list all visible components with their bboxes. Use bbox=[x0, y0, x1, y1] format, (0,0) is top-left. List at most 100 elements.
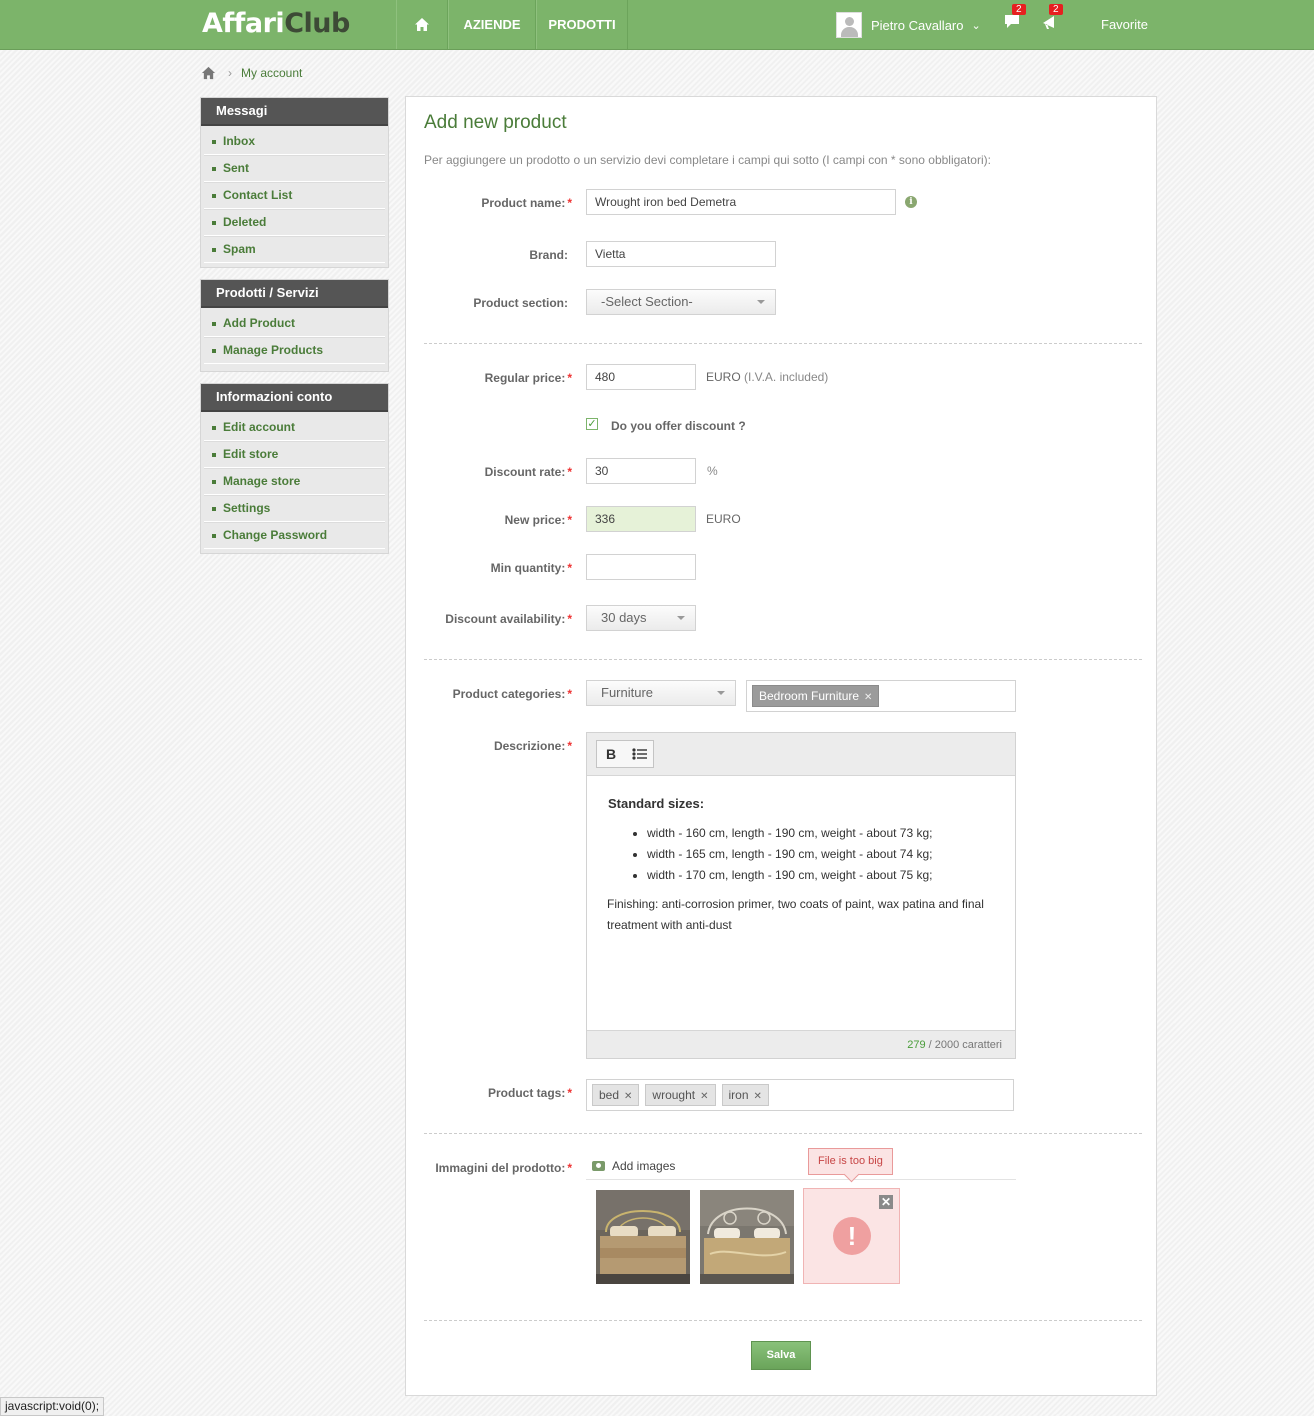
product-section-select[interactable]: -Select Section- bbox=[586, 289, 776, 315]
label-text: Min quantity: bbox=[490, 561, 566, 575]
editor-toolbar: B bbox=[587, 733, 1015, 776]
description-finishing: Finishing: anti-corrosion primer, two co… bbox=[607, 897, 984, 932]
product-category-select[interactable]: Furniture bbox=[586, 680, 736, 706]
description-label: Descrizione: * bbox=[425, 739, 572, 753]
label-text: Discount rate: bbox=[484, 465, 566, 479]
notifications-count-badge: 2 bbox=[1049, 4, 1063, 15]
main-nav: AZIENDE PRODOTTI bbox=[396, 0, 628, 49]
caret-down-icon bbox=[677, 616, 685, 620]
required-mark: * bbox=[567, 612, 572, 626]
breadcrumb-current[interactable]: My account bbox=[241, 66, 302, 80]
discount-rate-label: Discount rate: * bbox=[425, 465, 572, 479]
required-mark: * bbox=[567, 1161, 572, 1175]
sidebar-item-manage-products[interactable]: Manage Products bbox=[204, 337, 385, 364]
required-mark: * bbox=[567, 561, 572, 575]
brand-label: Brand: bbox=[529, 248, 568, 262]
sidebar-section-title: Messagi bbox=[201, 98, 388, 126]
breadcrumb: › My account bbox=[201, 64, 302, 82]
sidebar-item-deleted[interactable]: Deleted bbox=[204, 209, 385, 236]
sidebar-item-sent[interactable]: Sent bbox=[204, 155, 385, 182]
brand-input[interactable]: Vietta bbox=[586, 241, 776, 267]
product-tags-label: Product tags: * bbox=[425, 1086, 572, 1100]
logo[interactable]: AffariClub bbox=[202, 6, 350, 42]
vat-note: (I.V.A. included) bbox=[744, 370, 829, 384]
select-value: Furniture bbox=[601, 685, 654, 700]
sidebar-item-manage-store[interactable]: Manage store bbox=[204, 468, 385, 495]
select-value: 30 days bbox=[601, 610, 647, 625]
sidebar-item-add-product[interactable]: Add Product bbox=[204, 311, 385, 337]
label-text: Product categories: bbox=[452, 687, 566, 701]
avatar bbox=[836, 12, 862, 38]
info-icon[interactable]: i bbox=[905, 196, 917, 208]
char-count: 279 bbox=[907, 1039, 926, 1051]
product-image-thumbnail[interactable] bbox=[596, 1190, 690, 1284]
sidebar-item-edit-account[interactable]: Edit account bbox=[204, 415, 385, 441]
sidebar-section-title: Informazioni conto bbox=[201, 384, 388, 412]
bold-button[interactable]: B bbox=[597, 741, 625, 767]
page-title: Add new product bbox=[424, 112, 567, 133]
bullet-list-button[interactable] bbox=[625, 741, 653, 767]
min-quantity-label: Min quantity: * bbox=[425, 561, 572, 575]
discount-checkbox-label[interactable]: Do you offer discount ? bbox=[611, 419, 746, 433]
sidebar-account-box: Informazioni conto Edit account Edit sto… bbox=[200, 383, 389, 554]
currency-text: EURO bbox=[706, 370, 741, 384]
list-icon bbox=[631, 748, 647, 760]
close-icon[interactable]: ✕ bbox=[879, 1195, 893, 1209]
nav-home[interactable] bbox=[396, 0, 448, 49]
form-intro-text: Per aggiungere un prodotto o un servizio… bbox=[424, 153, 991, 167]
favorite-link[interactable]: Favorite bbox=[1101, 17, 1148, 32]
image-error-thumbnail: ✕ ! bbox=[803, 1188, 900, 1284]
nav-prodotti[interactable]: PRODOTTI bbox=[536, 0, 628, 49]
logo-text-affari: Affari bbox=[202, 8, 285, 39]
logo-text-club: Club bbox=[284, 8, 350, 39]
editor-content[interactable]: Standard sizes: width - 160 cm, length -… bbox=[607, 793, 1002, 936]
sidebar-item-spam[interactable]: Spam bbox=[204, 236, 385, 263]
divider bbox=[424, 659, 1142, 660]
category-tag: Bedroom Furniture ✕ bbox=[752, 685, 880, 707]
sidebar-item-edit-store[interactable]: Edit store bbox=[204, 441, 385, 468]
required-mark: * bbox=[567, 739, 572, 753]
editor-button-group: B bbox=[596, 740, 654, 768]
discount-availability-select[interactable]: 30 days bbox=[586, 605, 696, 631]
remove-tag-icon[interactable]: ✕ bbox=[754, 1091, 762, 1102]
product-name-label: Product name: * bbox=[425, 196, 572, 210]
required-mark: * bbox=[567, 513, 572, 527]
sidebar-item-settings[interactable]: Settings bbox=[204, 495, 385, 522]
required-mark: * bbox=[567, 196, 572, 210]
error-icon: ! bbox=[833, 1217, 871, 1255]
add-images-button[interactable]: Add images bbox=[592, 1159, 675, 1173]
regular-price-input[interactable]: 480 bbox=[586, 364, 696, 390]
description-list: width - 160 cm, length - 190 cm, weight … bbox=[607, 823, 1002, 886]
discount-checkbox[interactable]: ✓ bbox=[586, 418, 598, 430]
list-item: width - 160 cm, length - 190 cm, weight … bbox=[647, 823, 1002, 844]
remove-tag-icon[interactable]: ✕ bbox=[700, 1091, 708, 1102]
file-error-tooltip: File is too big bbox=[808, 1148, 893, 1175]
messages-button[interactable]: 2 bbox=[1004, 4, 1026, 36]
remove-tag-icon[interactable]: ✕ bbox=[624, 1091, 632, 1102]
notifications-button[interactable]: 2 bbox=[1041, 4, 1063, 36]
new-price-label: New price: * bbox=[425, 513, 572, 527]
subcategory-tag-input[interactable]: Bedroom Furniture ✕ bbox=[746, 680, 1016, 712]
tag-label: Bedroom Furniture bbox=[759, 689, 860, 703]
nav-aziende[interactable]: AZIENDE bbox=[448, 0, 536, 49]
add-images-label: Add images bbox=[612, 1159, 676, 1173]
sidebar-item-change-password[interactable]: Change Password bbox=[204, 522, 385, 549]
remove-tag-icon[interactable]: ✕ bbox=[864, 692, 872, 703]
divider bbox=[424, 1320, 1142, 1321]
sidebar-item-inbox[interactable]: Inbox bbox=[204, 129, 385, 155]
new-price-input[interactable]: 336 bbox=[586, 506, 696, 532]
user-menu[interactable]: Pietro Cavallaro ⌄ bbox=[836, 11, 981, 39]
top-navigation-bar: AffariClub AZIENDE PRODOTTI Pietro Caval… bbox=[0, 0, 1314, 50]
product-name-input[interactable]: Wrought iron bed Demetra bbox=[586, 189, 896, 215]
min-quantity-input[interactable] bbox=[586, 554, 696, 580]
save-button[interactable]: Salva bbox=[751, 1341, 811, 1370]
product-image-thumbnail[interactable] bbox=[700, 1190, 794, 1284]
percent-unit: % bbox=[707, 464, 718, 478]
chevron-down-icon: ⌄ bbox=[971, 19, 981, 32]
product-tags-input[interactable]: bed ✕ wrought ✕ iron ✕ bbox=[586, 1079, 1014, 1111]
sidebar-item-contact-list[interactable]: Contact List bbox=[204, 182, 385, 209]
home-icon[interactable] bbox=[201, 66, 216, 80]
tag-label: iron bbox=[728, 1088, 749, 1102]
discount-rate-input[interactable]: 30 bbox=[586, 458, 696, 484]
caret-down-icon bbox=[717, 691, 725, 695]
